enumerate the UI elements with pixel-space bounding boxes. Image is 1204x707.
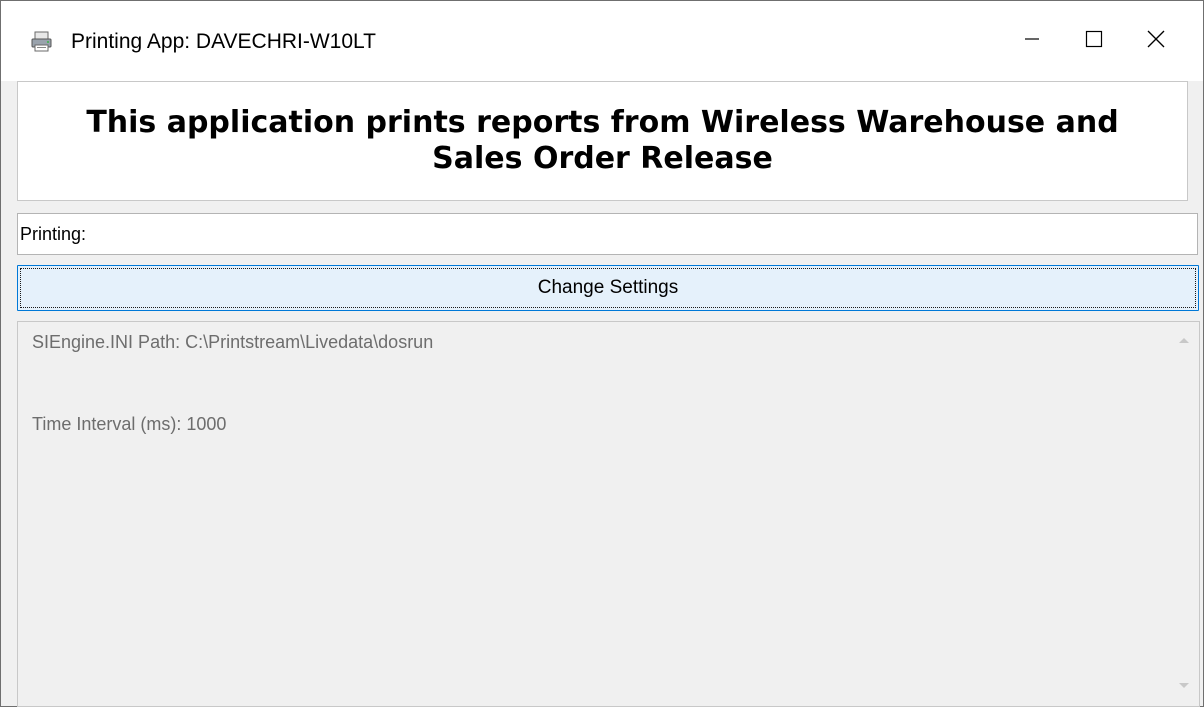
- scroll-up-arrow-icon[interactable]: [1179, 338, 1189, 343]
- minimize-button[interactable]: [1001, 1, 1063, 81]
- minimize-icon: [1024, 31, 1040, 52]
- window-title: Printing App: DAVECHRI-W10LT: [71, 30, 376, 53]
- maximize-icon: [1085, 30, 1103, 53]
- change-settings-button[interactable]: Change Settings: [17, 265, 1199, 311]
- scroll-down-arrow-icon[interactable]: [1179, 683, 1189, 688]
- close-button[interactable]: [1125, 1, 1187, 81]
- printing-label: Printing:: [20, 223, 87, 244]
- header-banner: This application prints reports from Wir…: [17, 81, 1188, 201]
- app-window: Printing App: DAVECHRI-W10LT This applic…: [0, 0, 1204, 707]
- title-bar[interactable]: Printing App: DAVECHRI-W10LT: [1, 1, 1203, 81]
- time-interval-line: Time Interval (ms): 1000: [32, 414, 227, 434]
- printing-status-field: Printing:: [17, 213, 1198, 255]
- printer-app-icon[interactable]: [29, 29, 55, 55]
- settings-info-area[interactable]: SIEngine.INI Path: C:\Printstream\Liveda…: [17, 321, 1200, 707]
- banner-text: This application prints reports from Wir…: [86, 105, 1119, 176]
- maximize-button[interactable]: [1063, 1, 1125, 81]
- close-icon: [1147, 30, 1165, 53]
- ini-path-line: SIEngine.INI Path: C:\Printstream\Liveda…: [32, 332, 434, 352]
- change-settings-label: Change Settings: [537, 277, 679, 298]
